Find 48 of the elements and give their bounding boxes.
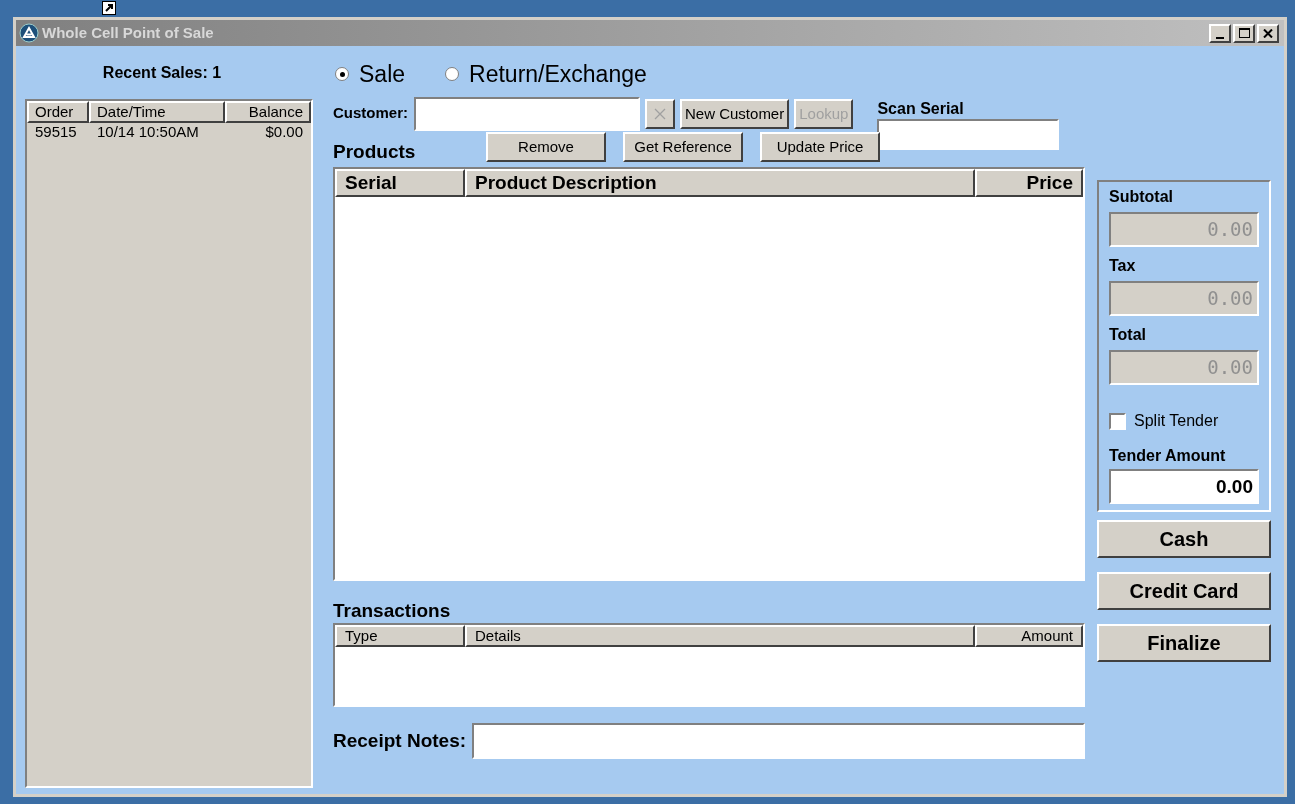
payment-action-button[interactable]: Finalize (1097, 624, 1271, 662)
customer-label: Customer: (333, 103, 408, 123)
table-cell-text: $0.00 (264, 123, 304, 141)
receipt-notes-field[interactable] (472, 723, 1085, 759)
column-header[interactable]: Serial (335, 169, 465, 197)
column-header[interactable]: Product Description (465, 169, 975, 197)
close-button[interactable] (1257, 23, 1279, 43)
recent-sales-title: Recent Sales: 1 (102, 63, 222, 83)
close-icon (1263, 28, 1273, 38)
scan-serial-field[interactable] (877, 119, 1060, 150)
maximize-button[interactable] (1233, 23, 1255, 43)
table-cell-text: 10/14 10:50AM (96, 123, 200, 141)
product-action-button[interactable]: Update Price (760, 132, 880, 162)
scan-serial-label: Scan Serial (877, 99, 965, 119)
receipt-notes-label: Receipt Notes: (333, 728, 467, 753)
window-title: Whole Cell Point of Sale (42, 22, 214, 43)
shortcut-arrow-icon (102, 1, 116, 15)
customer-field[interactable] (414, 97, 640, 131)
clear-icon (654, 108, 666, 120)
customer-action-button[interactable]: New Customer (680, 99, 790, 129)
column-header[interactable]: Details (465, 625, 975, 647)
payment-action-button[interactable]: Credit Card (1097, 572, 1271, 610)
total-label: Subtotal (1109, 187, 1174, 207)
tender-amount-field[interactable]: 0.00 (1109, 469, 1259, 504)
column-header[interactable]: Date/Time (89, 101, 225, 123)
column-header[interactable]: Amount (975, 625, 1083, 647)
payment-action-button[interactable]: Cash (1097, 520, 1271, 558)
radio-indicator[interactable] (445, 67, 460, 81)
total-label: Tax (1109, 256, 1137, 276)
column-header[interactable]: Order (27, 101, 89, 123)
product-action-button[interactable]: Get Reference (623, 132, 743, 162)
total-label: Total (1109, 325, 1148, 345)
minimize-button[interactable] (1209, 23, 1231, 43)
column-header[interactable]: Balance (225, 101, 311, 123)
product-action-button[interactable]: Remove (486, 132, 606, 162)
split-tender-checkbox[interactable]: Split Tender (1109, 409, 1259, 433)
transactions-title: Transactions (333, 599, 452, 623)
column-header[interactable]: Price (975, 169, 1083, 197)
minimize-icon (1216, 36, 1224, 39)
column-header[interactable]: Type (335, 625, 465, 647)
app-logo-icon (19, 23, 39, 43)
tender-amount-label: Tender Amount (1109, 446, 1227, 466)
radio-indicator[interactable] (335, 67, 349, 81)
products-title: Products (333, 140, 417, 164)
mode-radio[interactable]: Return/Exchange (445, 60, 647, 88)
maximize-icon (1238, 28, 1250, 38)
mode-radio[interactable]: Sale (335, 60, 406, 88)
table-cell-text: 59515 (34, 123, 78, 141)
